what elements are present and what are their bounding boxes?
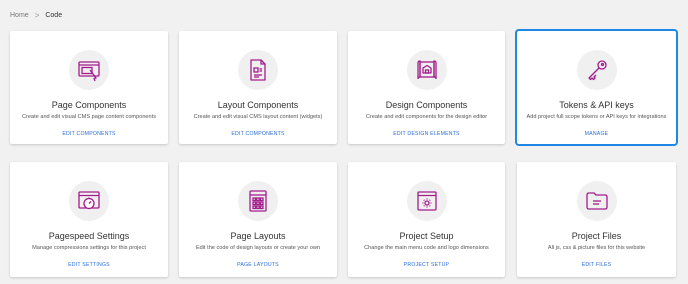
key-icon [576,50,617,90]
edit-components-link[interactable]: EDIT COMPONENTS [10,131,168,137]
edit-settings-link[interactable]: EDIT SETTINGS [10,262,168,268]
pagespeed-icon [69,181,109,221]
edit-files-link[interactable]: EDIT FILES [517,262,676,268]
project-setup-link[interactable]: PROJECT SETUP [348,262,505,268]
card-description: Create and edit components for the desig… [365,114,488,120]
breadcrumb-separator: > [34,11,40,20]
card-title: Page Components [51,100,127,110]
card-page-layouts[interactable]: Page Layouts Edit the code of design lay… [179,162,337,277]
design-components-icon [406,50,447,90]
card-project-setup[interactable]: Project Setup Change the main menu code … [348,162,505,277]
edit-design-elements-link[interactable]: EDIT DESIGN ELEMENTS [348,131,505,137]
breadcrumb-current: Code [45,12,63,19]
layout-components-icon [238,50,278,90]
card-title: Project Setup [399,231,454,241]
manage-link[interactable]: MANAGE [517,131,676,137]
card-page-components[interactable]: Page Components Create and edit visual C… [10,31,168,144]
card-title: Project Files [571,231,622,241]
card-title: Pagespeed Settings [48,231,130,241]
card-pagespeed-settings[interactable]: Pagespeed Settings Manage compressions s… [10,162,168,277]
card-description: Add project full scope tokens or API key… [526,114,667,120]
card-description: Change the main menu code and logo dimen… [364,245,489,251]
card-title: Tokens & API keys [559,100,634,110]
breadcrumb-home-link[interactable]: Home [10,12,29,19]
breadcrumb: Home > Code [10,11,62,20]
project-setup-icon [406,181,447,221]
card-title: Page Layouts [230,231,286,241]
card-description: Create and edit visual CMS page content … [21,114,157,120]
card-description: Create and edit visual CMS layout conten… [193,114,323,120]
card-description: Edit the code of design layouts or creat… [195,245,321,251]
card-description: Manage compressions settings for this pr… [32,245,146,251]
page-layouts-link[interactable]: PAGE LAYOUTS [179,262,337,268]
page-components-icon [69,50,109,90]
folder-icon [576,181,617,221]
card-description: All js, css & picture files for this web… [547,245,646,251]
card-project-files[interactable]: Project Files All js, css & picture file… [517,162,676,277]
card-design-components[interactable]: Design Components Create and edit compon… [348,31,505,144]
card-layout-components[interactable]: Layout Components Create and edit visual… [179,31,337,144]
edit-components-link[interactable]: EDIT COMPONENTS [179,131,337,137]
page-layouts-icon [238,181,278,221]
card-tokens-api-keys[interactable]: Tokens & API keys Add project full scope… [517,31,676,144]
card-title: Layout Components [217,100,299,110]
card-title: Design Components [385,100,468,110]
